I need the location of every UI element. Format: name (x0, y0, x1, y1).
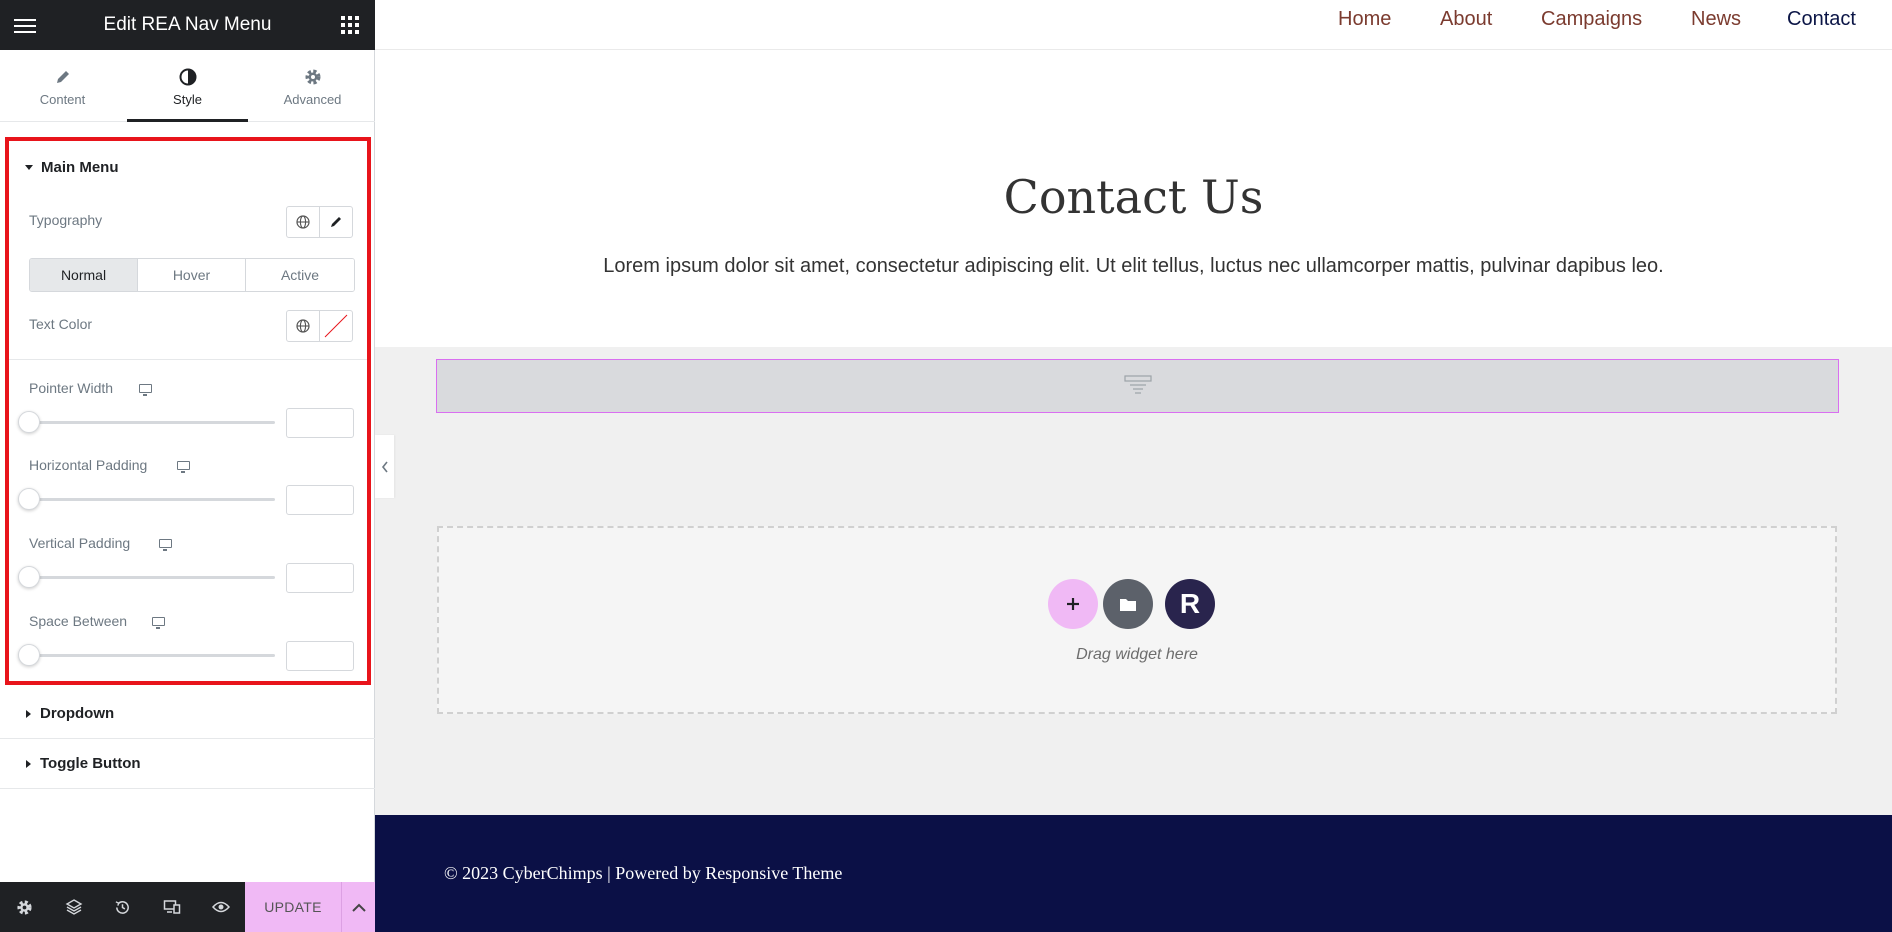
text-color-picker[interactable] (319, 310, 353, 342)
panel-footer: UPDATE (0, 882, 375, 932)
footer-copyright: © 2023 CyberChimps | Powered by Responsi… (444, 863, 843, 883)
space-between-label: Space Between (29, 613, 128, 629)
dropdown-heading[interactable]: Dropdown (26, 705, 114, 722)
text-color-label: Text Color (29, 316, 93, 332)
toggle-button-heading-label: Toggle Button (40, 755, 141, 772)
responsive-addons-r-icon[interactable]: R (1165, 579, 1215, 629)
space-between-slider-track[interactable] (25, 654, 275, 657)
vertical-padding-slider-track[interactable] (25, 576, 275, 579)
text-color-global-icon[interactable] (286, 310, 320, 342)
panel-tabs: Content Style Advanced (0, 50, 375, 122)
space-between-input[interactable] (286, 641, 354, 671)
horizontal-padding-input[interactable] (286, 485, 354, 515)
toggle-button-heading[interactable]: Toggle Button (26, 755, 141, 772)
site-preview: Home About Campaigns News Contact Contac… (375, 0, 1892, 932)
tab-content[interactable]: Content (0, 50, 125, 122)
main-menu-section: Main Menu Typography Normal Hover Active… (5, 137, 371, 685)
pencil-icon (55, 66, 71, 88)
layers-icon[interactable] (49, 882, 98, 932)
dropdown-heading-label: Dropdown (40, 705, 115, 722)
drop-zone[interactable]: R Drag widget here (437, 526, 1837, 714)
typography-label: Typography (29, 212, 103, 228)
nav-link-contact[interactable]: Contact (1787, 8, 1856, 31)
nav-link-home[interactable]: Home (1338, 8, 1391, 31)
gear-icon (304, 66, 322, 88)
caret-down-icon (25, 165, 33, 170)
contrast-icon (179, 66, 197, 88)
horizontal-padding-label: Horizontal Padding (29, 457, 148, 473)
vertical-padding-label: Vertical Padding (29, 535, 131, 551)
main-menu-heading-label: Main Menu (41, 159, 119, 176)
horizontal-padding-slider-track[interactable] (25, 498, 275, 501)
tab-style[interactable]: Style (125, 50, 250, 122)
state-tab-active[interactable]: Active (246, 259, 354, 291)
site-nav-menu: Home About Campaigns News Contact (375, 0, 1892, 50)
desktop-device-icon[interactable] (159, 539, 172, 551)
update-button[interactable]: UPDATE (245, 882, 341, 932)
pointer-width-label: Pointer Width (29, 380, 114, 396)
desktop-device-icon[interactable] (152, 617, 165, 629)
tab-advanced[interactable]: Advanced (250, 50, 375, 122)
nav-link-campaigns[interactable]: Campaigns (1541, 8, 1642, 31)
tab-advanced-label: Advanced (283, 91, 342, 107)
history-icon[interactable] (98, 882, 147, 932)
horizontal-padding-slider-handle[interactable] (18, 488, 40, 510)
typography-edit-pencil-icon[interactable] (319, 206, 353, 238)
panel-header: Edit REA Nav Menu (0, 0, 375, 50)
dropdown-section[interactable]: Dropdown (0, 690, 375, 739)
drop-zone-text: Drag widget here (1076, 646, 1198, 663)
settings-icon[interactable] (0, 882, 49, 932)
state-tab-normal[interactable]: Normal (30, 259, 138, 291)
toggle-button-section[interactable]: Toggle Button (0, 740, 375, 789)
vertical-padding-input[interactable] (286, 563, 354, 593)
tab-style-label: Style (173, 91, 202, 107)
nav-menu-widget-placeholder[interactable] (436, 359, 1839, 413)
section-divider (9, 359, 367, 360)
pointer-width-input[interactable] (286, 408, 354, 438)
nav-link-about[interactable]: About (1440, 8, 1492, 31)
page-title: Contact Us (1003, 170, 1264, 224)
content-section: R Drag widget here (375, 347, 1892, 815)
add-template-folder-icon[interactable] (1103, 579, 1153, 629)
collapse-panel-chevron-left-icon[interactable] (375, 435, 394, 498)
desktop-device-icon[interactable] (139, 384, 152, 396)
site-footer: © 2023 CyberChimps | Powered by Responsi… (375, 815, 1892, 932)
hero-paragraph: Lorem ipsum dolor sit amet, consectetur … (603, 255, 1664, 277)
typography-global-icon[interactable] (286, 206, 320, 238)
main-menu-heading[interactable]: Main Menu (25, 159, 119, 176)
nav-menu-widget-icon (1123, 375, 1152, 394)
nav-link-news[interactable]: News (1691, 8, 1741, 31)
chevron-up-icon[interactable] (341, 882, 375, 932)
add-section-plus-icon[interactable] (1048, 579, 1098, 629)
space-between-slider-handle[interactable] (18, 644, 40, 666)
caret-right-icon (26, 709, 31, 718)
responsive-icon[interactable] (147, 882, 196, 932)
tab-content-label: Content (39, 91, 86, 107)
pointer-width-slider-track[interactable] (25, 421, 275, 424)
state-switcher: Normal Hover Active (29, 258, 355, 292)
preview-eye-icon[interactable] (196, 882, 245, 932)
pointer-width-slider-handle[interactable] (18, 411, 40, 433)
desktop-device-icon[interactable] (177, 461, 190, 473)
widgets-grid-icon[interactable] (341, 16, 359, 34)
state-tab-hover[interactable]: Hover (138, 259, 246, 291)
editor-panel: Edit REA Nav Menu Content Style Advanced… (0, 0, 375, 932)
vertical-padding-slider-handle[interactable] (18, 566, 40, 588)
hamburger-menu-icon[interactable] (14, 15, 36, 35)
panel-title: Edit REA Nav Menu (103, 14, 272, 35)
caret-right-icon (26, 759, 31, 768)
